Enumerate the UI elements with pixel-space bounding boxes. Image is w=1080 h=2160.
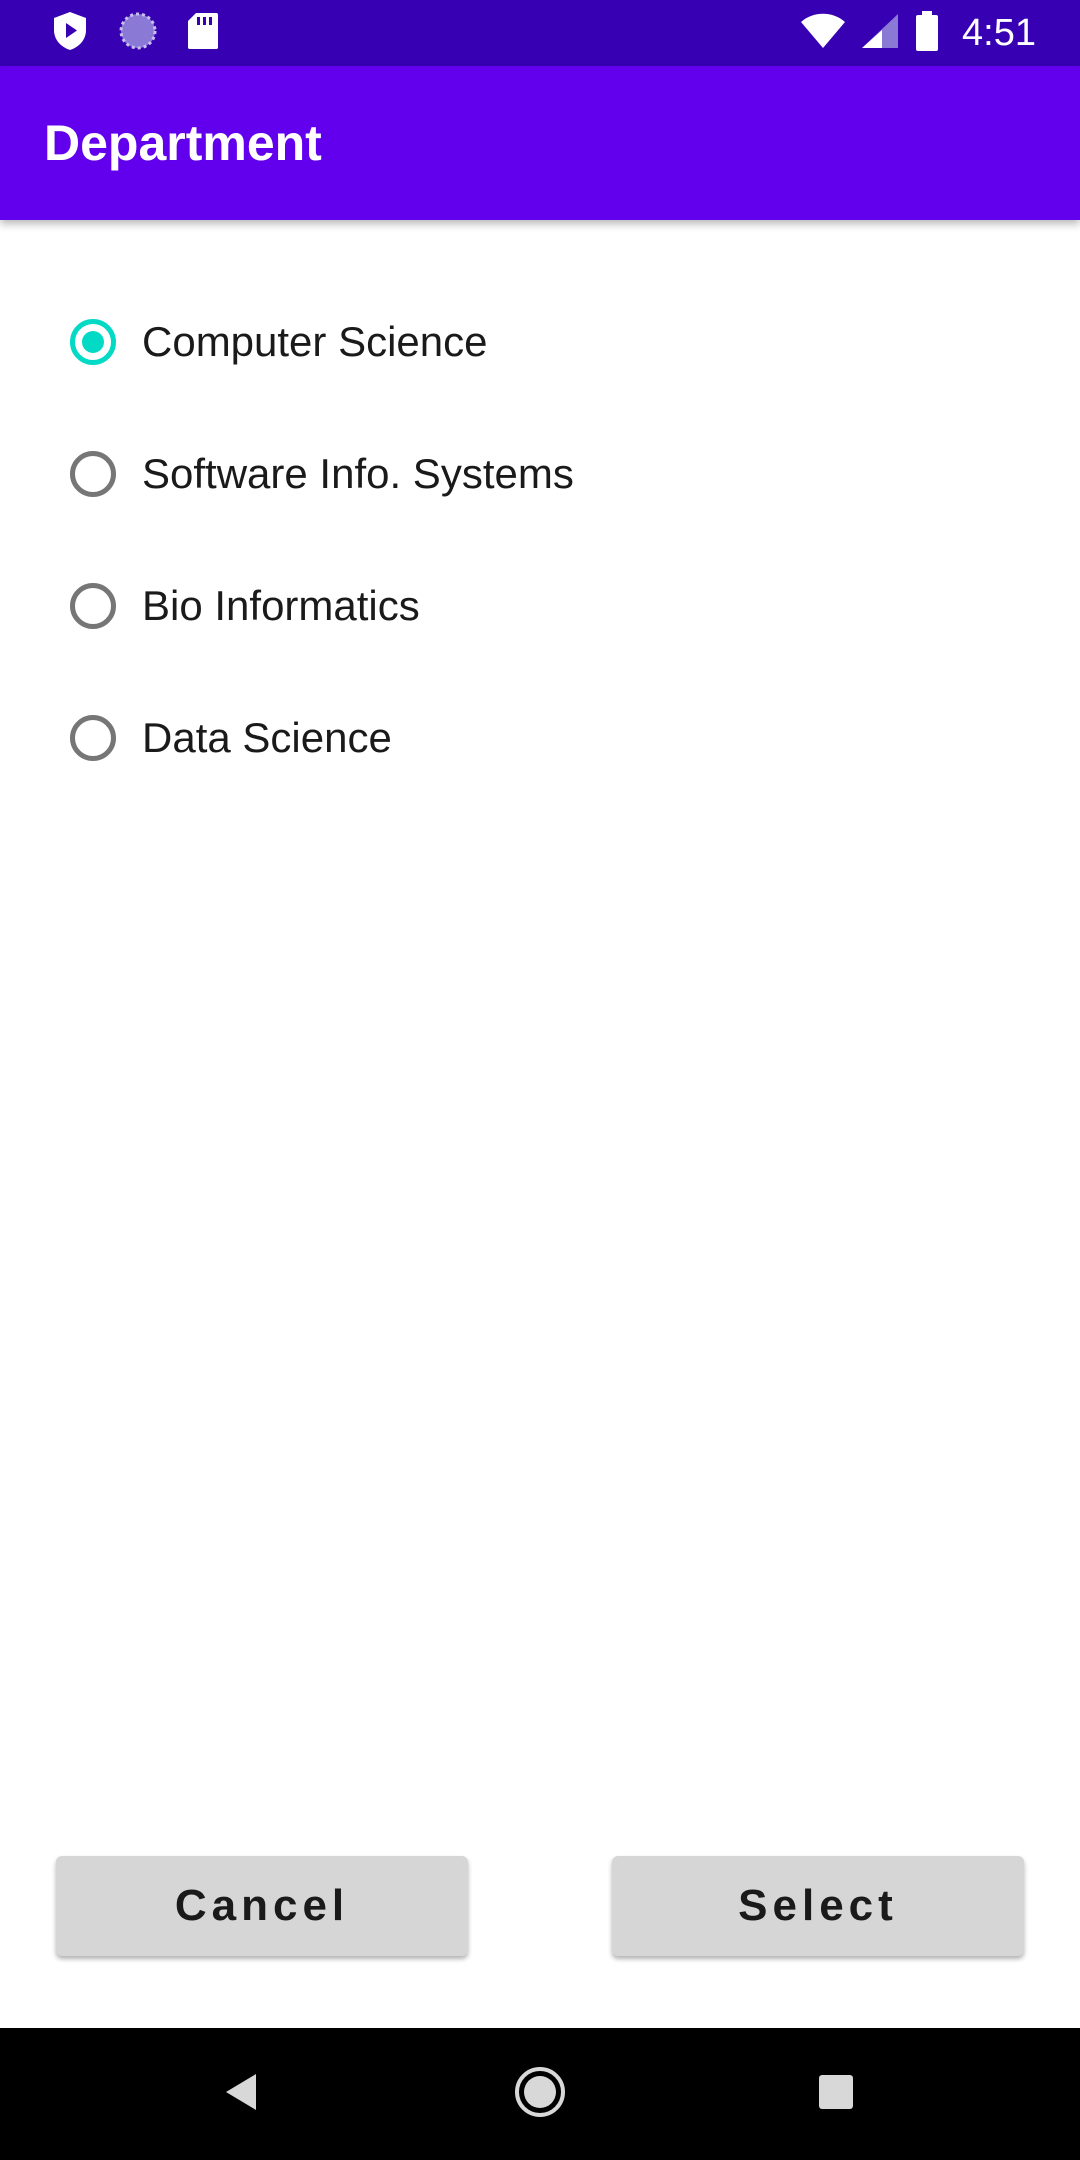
page-title: Department	[44, 115, 322, 171]
radio-label: Computer Science	[142, 318, 488, 365]
radio-label: Bio Informatics	[142, 582, 420, 629]
radio-button[interactable]	[70, 451, 116, 497]
home-button[interactable]	[500, 2054, 580, 2134]
radio-option-computer-science[interactable]: Computer Science	[70, 276, 970, 408]
navigation-bar	[0, 2028, 1080, 2160]
radio-option-data-science[interactable]: Data Science	[70, 672, 970, 804]
status-bar: 4:51	[0, 0, 1080, 66]
radio-button-checked[interactable]	[70, 319, 116, 365]
recents-icon	[817, 2073, 855, 2116]
status-left-icons	[50, 10, 220, 57]
back-button[interactable]	[202, 2054, 282, 2134]
status-right-icons: 4:51	[800, 10, 1036, 56]
radio-label: Software Info. Systems	[142, 450, 574, 497]
status-time: 4:51	[962, 11, 1036, 54]
department-radio-group: Computer Science Software Info. Systems …	[70, 276, 970, 804]
radio-option-software-info-systems[interactable]: Software Info. Systems	[70, 408, 970, 540]
cancel-button[interactable]: Cancel	[56, 1856, 468, 1956]
signal-icon	[860, 12, 900, 55]
sd-card-icon	[186, 11, 220, 56]
home-icon	[513, 2065, 567, 2124]
radio-button[interactable]	[70, 715, 116, 761]
app-bar: Department	[0, 66, 1080, 220]
select-button[interactable]: Select	[612, 1856, 1024, 1956]
radio-label: Data Science	[142, 714, 392, 761]
radio-button[interactable]	[70, 583, 116, 629]
recents-button[interactable]	[796, 2054, 876, 2134]
back-icon	[222, 2071, 262, 2118]
play-protect-icon	[50, 10, 90, 57]
sync-icon	[118, 11, 158, 56]
radio-option-bio-informatics[interactable]: Bio Informatics	[70, 540, 970, 672]
wifi-icon	[800, 12, 846, 55]
battery-icon	[914, 10, 940, 57]
